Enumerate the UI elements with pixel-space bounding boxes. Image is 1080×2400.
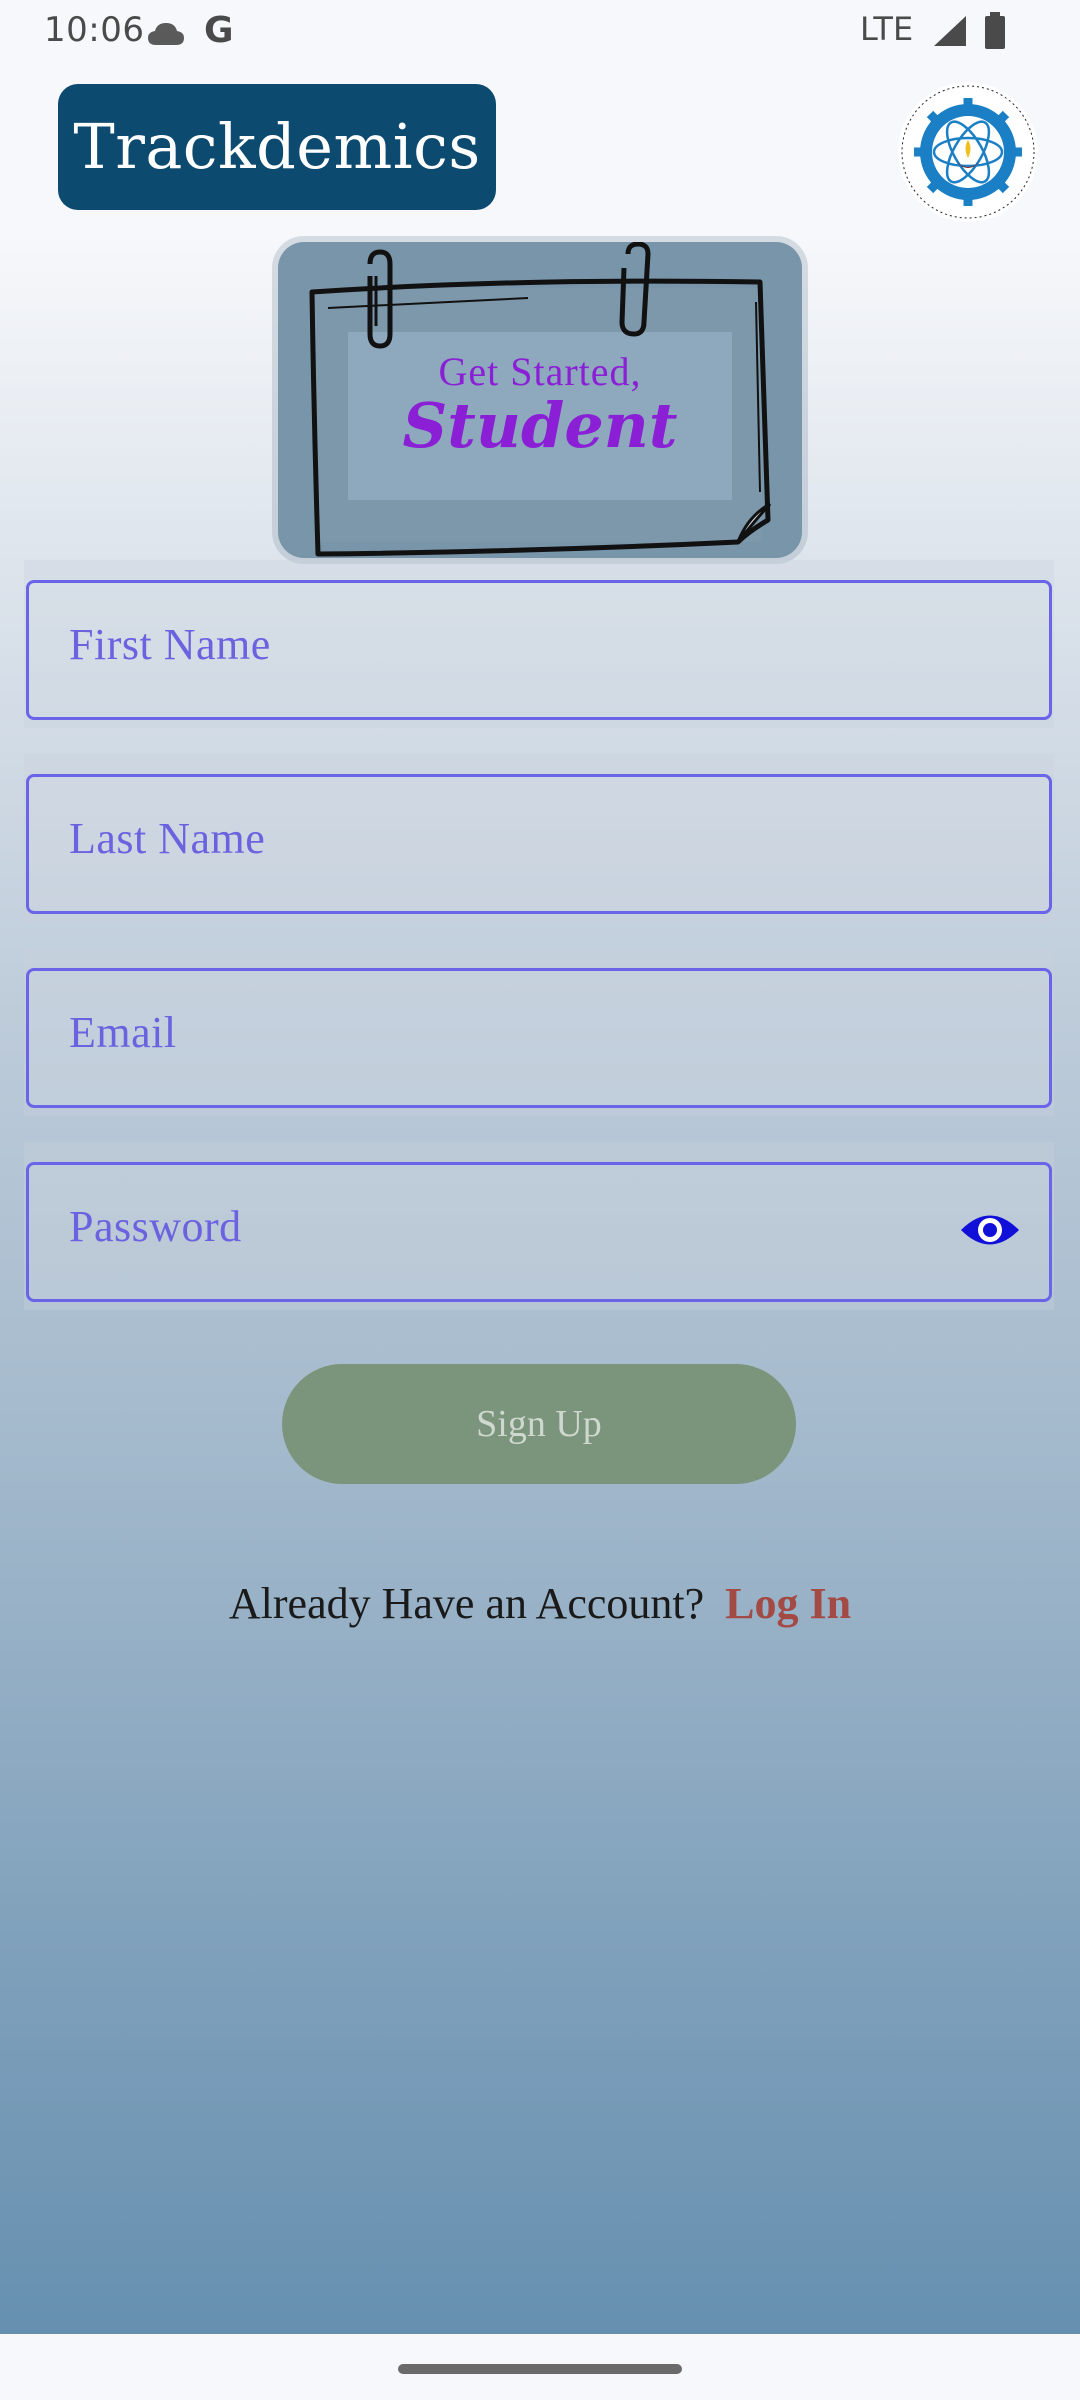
app-title: Trackdemics [58, 84, 496, 210]
cloud-icon [146, 16, 186, 56]
log-in-link[interactable]: Log In [725, 1579, 851, 1628]
welcome-text: Get Started, Student [278, 348, 802, 462]
first-name-placeholder: First Name [69, 620, 271, 669]
sign-up-button[interactable]: Sign Up [282, 1364, 796, 1484]
app-header: Trackdemics [0, 62, 1080, 230]
google-icon: G [204, 10, 234, 51]
welcome-note-card: Get Started, Student [278, 242, 802, 558]
login-prompt-text: Already Have an Account? [228, 1579, 705, 1628]
navigation-bar [0, 2334, 1080, 2400]
network-type: LTE [860, 10, 914, 48]
email-field[interactable]: Email [26, 968, 1052, 1108]
last-name-placeholder: Last Name [69, 814, 266, 863]
welcome-line-2: Student [402, 389, 678, 462]
signal-icon [932, 14, 968, 57]
first-name-field[interactable]: First Name [26, 580, 1052, 720]
status-time: 10:06 [44, 10, 145, 50]
password-placeholder: Password [69, 1202, 242, 1251]
home-indicator[interactable] [398, 2364, 682, 2374]
welcome-line-1: Get Started, [438, 349, 642, 394]
battery-icon [984, 12, 1006, 59]
email-placeholder: Email [69, 1008, 177, 1057]
signup-screen: Get Started, Student First Name Last Nam… [0, 230, 1080, 2334]
last-name-field[interactable]: Last Name [26, 774, 1052, 914]
password-field[interactable]: Password [26, 1162, 1052, 1302]
status-bar: 10:06 G LTE [0, 0, 1080, 62]
eye-icon[interactable] [959, 1207, 1021, 1258]
login-prompt-row: Already Have an Account? Log In [0, 1578, 1080, 1629]
institute-logo-icon [892, 76, 1044, 233]
